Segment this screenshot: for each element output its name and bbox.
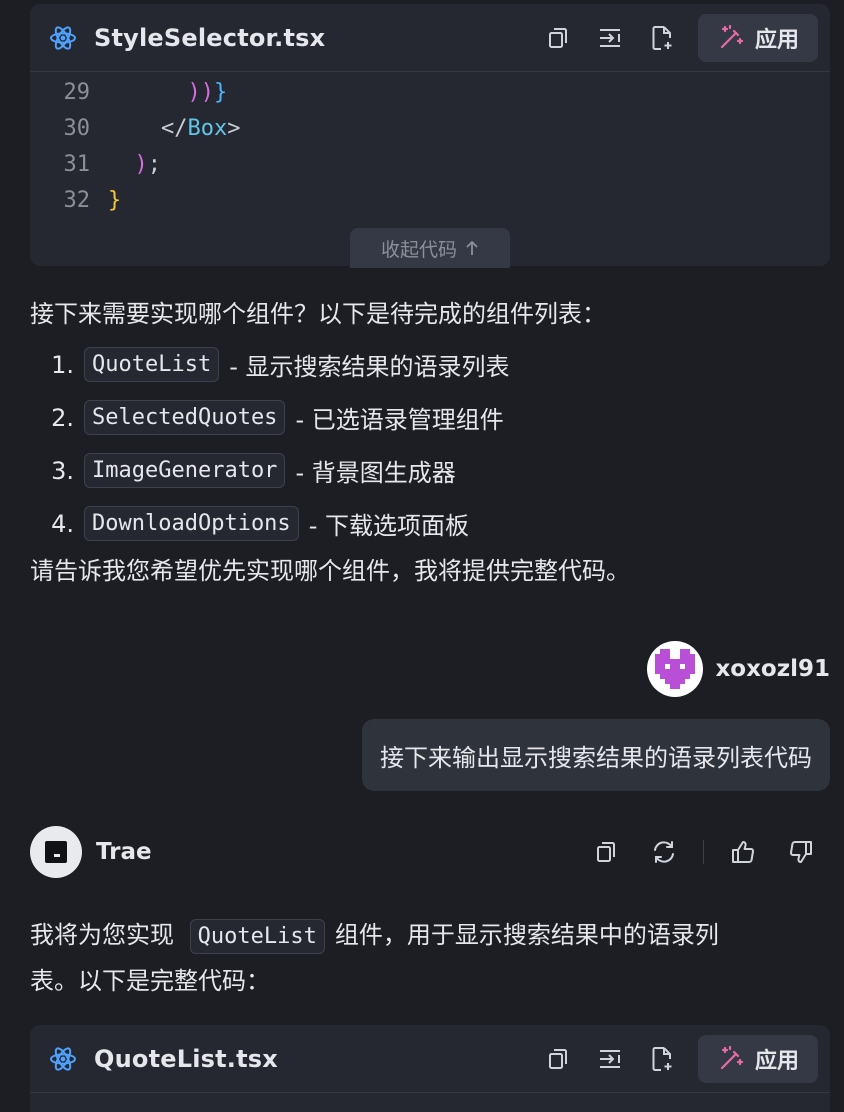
code-block-header: StyleSelector.tsx 应用 [30, 4, 830, 72]
assistant-header: Trae [30, 825, 830, 879]
code-line: 32} [30, 182, 830, 218]
inline-code: QuoteList [84, 347, 220, 382]
react-icon [48, 23, 78, 53]
magic-wand-icon [720, 1045, 744, 1069]
new-file-icon [652, 1046, 672, 1071]
code-text: } [108, 188, 121, 213]
list-item: 3. ImageGenerator - 背景图生成器 [30, 444, 510, 497]
apply-button[interactable]: 应用 [698, 1034, 818, 1083]
thumbs-down-button[interactable] [772, 832, 830, 872]
list-number: 1. [51, 350, 74, 379]
list-item: 1. QuoteList - 显示搜索结果的语录列表 [30, 338, 510, 391]
code-block-quote-list: QuoteList.tsx 应用 [30, 1025, 830, 1112]
assistant-reply: 我将为您实现 QuoteList 组件，用于显示搜索结果中的语录列 表。以下是完整… [30, 919, 719, 995]
component-list: 1. QuoteList - 显示搜索结果的语录列表 2. SelectedQuotes… [30, 338, 510, 550]
new-file-button[interactable] [636, 1039, 688, 1079]
line-number: 29 [63, 79, 91, 105]
list-number: 4. [51, 509, 74, 538]
user-message-bubble: 接下来输出显示搜索结果的语录列表代码 [362, 719, 830, 791]
insert-code-button[interactable] [584, 18, 636, 58]
inline-code: DownloadOptions [84, 506, 299, 541]
list-number: 2. [51, 403, 74, 432]
code-token: Box [187, 115, 228, 141]
new-file-icon [652, 25, 672, 50]
insert-code-button[interactable] [584, 1039, 636, 1079]
divider [703, 840, 704, 864]
file-name: QuoteList.tsx [94, 1044, 278, 1073]
react-icon [48, 1044, 78, 1074]
line-number: 32 [63, 187, 91, 213]
list-description: - 显示搜索结果的语录列表 [229, 353, 510, 381]
list-description: - 已选语录管理组件 [295, 406, 504, 434]
code-token: > [227, 115, 241, 141]
file-name: StyleSelector.tsx [94, 23, 326, 52]
copy-reply-button[interactable] [577, 832, 635, 872]
list-description: - 背景图生成器 [295, 459, 456, 487]
code-token: } [213, 79, 228, 105]
user-name: xoxozl91 [715, 656, 830, 682]
code-line: 31 ); [30, 146, 830, 182]
line-number: 31 [63, 151, 91, 177]
user-avatar [647, 641, 704, 697]
code-lines: 29 ))} 30 </Box> 31 ); 32} [30, 72, 830, 218]
code-block-style-selector: StyleSelector.tsx 应用 29 ))} 30 </Box> 31 )… [30, 4, 830, 268]
copy-icon [549, 1048, 567, 1069]
code-text: </Box> [108, 115, 241, 141]
code-token: ; [147, 151, 161, 177]
copy-icon [549, 27, 567, 48]
new-file-button[interactable] [636, 18, 688, 58]
code-token: )) [187, 79, 214, 105]
insert-at-cursor-icon [600, 28, 620, 47]
code-block-header: QuoteList.tsx 应用 [30, 1025, 830, 1093]
line-number: 30 [63, 115, 91, 141]
apply-button[interactable]: 应用 [698, 13, 818, 62]
refresh-icon [654, 841, 674, 863]
copy-code-button[interactable] [532, 18, 584, 58]
code-text: ))} [108, 80, 227, 105]
code-token: } [108, 187, 122, 213]
code-line: 30 </Box> [30, 110, 830, 146]
assistant-avatar [30, 826, 82, 878]
thumbs-up-icon [732, 841, 754, 863]
thumbs-up-button[interactable] [714, 832, 772, 872]
copy-code-button[interactable] [532, 1039, 584, 1079]
inline-code: ImageGenerator [84, 453, 286, 488]
insert-at-cursor-icon [600, 1049, 620, 1068]
thumbs-down-icon [790, 841, 812, 863]
collapse-code-button[interactable]: 收起代码 [350, 228, 510, 268]
list-item: 4. DownloadOptions - 下载选项面板 [30, 497, 510, 550]
assistant-name: Trae [96, 839, 152, 865]
inline-code: QuoteList [189, 919, 325, 954]
list-description: - 下载选项面板 [308, 512, 469, 540]
list-number: 3. [51, 456, 74, 485]
list-item: 2. SelectedQuotes - 已选语录管理组件 [30, 391, 510, 444]
copy-icon [597, 842, 615, 862]
code-token: ) [134, 151, 148, 177]
user-header: xoxozl91 [647, 641, 830, 697]
inline-code: SelectedQuotes [84, 400, 286, 435]
arrow-up-icon [466, 240, 478, 255]
code-line: 29 ))} [30, 74, 830, 110]
regenerate-button[interactable] [635, 832, 693, 872]
assistant-message-intro: 接下来需要实现哪个组件？以下是待完成的组件列表： [30, 300, 606, 328]
code-token: </ [108, 115, 188, 141]
code-text: ); [108, 151, 162, 177]
magic-wand-icon [720, 24, 744, 48]
assistant-message-outro: 请告诉我您希望优先实现哪个组件，我将提供完整代码。 [30, 557, 630, 585]
